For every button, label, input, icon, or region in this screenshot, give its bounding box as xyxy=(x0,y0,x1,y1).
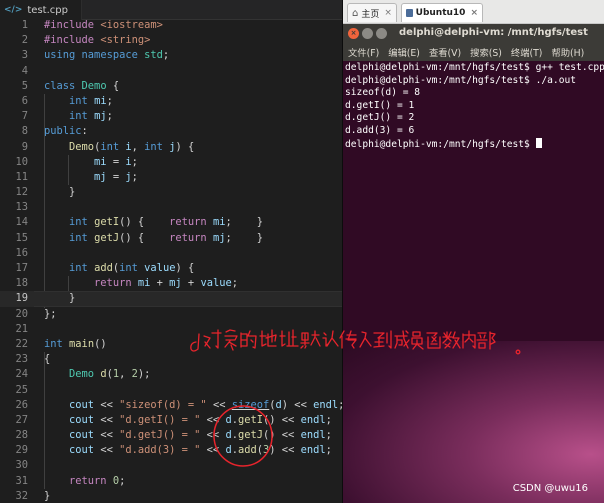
terminal-output[interactable]: delphi@delphi-vm:/mnt/hgfs/test$ g++ tes… xyxy=(345,62,604,151)
code-line: 30 xyxy=(15,459,28,472)
code-editor[interactable]: </> test.cpp 1 #include <iostream> 2 #incl… xyxy=(0,0,344,503)
code-line: 24 Demo d(1, 2); xyxy=(15,368,151,381)
code-line: 12 } xyxy=(15,186,76,199)
vm-tab-strip: ⌂ 主页 × Ubuntu10 × xyxy=(343,0,604,24)
menu-search[interactable]: 搜索(S) xyxy=(470,45,502,59)
terminal-line: d.getI() = 1 xyxy=(345,99,415,111)
vm-icon xyxy=(406,9,413,17)
code-line: 23{ xyxy=(15,353,51,366)
close-icon[interactable]: × xyxy=(470,8,478,18)
code-line: 15 int getJ() { return mj; } xyxy=(15,231,264,244)
code-line: 6 int mi; xyxy=(21,94,113,107)
menu-terminal[interactable]: 终端(T) xyxy=(511,45,543,59)
terminal-line: sizeof(d) = 8 xyxy=(345,87,421,99)
close-icon[interactable]: × xyxy=(384,8,392,18)
menu-help[interactable]: 帮助(H) xyxy=(551,45,584,59)
code-line: 4 xyxy=(21,64,28,77)
code-line: 26 cout << "sizeof(d) = " << sizeof(d) <… xyxy=(15,398,344,411)
code-line: 25 xyxy=(15,383,28,396)
code-line: 13 xyxy=(15,201,28,214)
vm-tab-ubuntu[interactable]: Ubuntu10 × xyxy=(401,3,483,22)
code-line: 10 mi = i; xyxy=(15,155,138,168)
code-line: 20}; xyxy=(15,307,57,320)
code-area[interactable]: 1 #include <iostream> 2 #include <string> … xyxy=(0,18,344,503)
editor-tab-label: test.cpp xyxy=(27,4,68,16)
terminal-prompt: delphi@delphi-vm:/mnt/hgfs/test$ xyxy=(345,138,536,150)
code-line: 2 #include <string> xyxy=(21,34,151,47)
watermark: CSDN @uwu16 xyxy=(512,483,588,494)
menu-file[interactable]: 文件(F) xyxy=(348,45,379,59)
home-icon: ⌂ xyxy=(352,7,359,19)
minimize-window-button[interactable] xyxy=(362,28,373,39)
terminal-prompt-line: delphi@delphi-vm:/mnt/hgfs/test$ xyxy=(345,137,603,151)
code-line: 11 mj = j; xyxy=(15,170,138,183)
code-line: 7 int mj; xyxy=(21,110,113,123)
code-line: 14 int getI() { return mi; } xyxy=(15,216,264,229)
close-window-button[interactable]: × xyxy=(348,28,359,39)
editor-tab-test-cpp[interactable]: </> test.cpp xyxy=(0,0,82,20)
code-line-current: 19 } xyxy=(0,291,343,307)
vm-tab-home[interactable]: ⌂ 主页 × xyxy=(347,3,397,22)
code-line: 31 return 0; xyxy=(15,474,126,487)
code-line: 21 xyxy=(15,322,28,335)
terminal-cursor xyxy=(535,137,542,148)
terminal-line: d.add(3) = 6 xyxy=(345,124,415,136)
code-line: 17 int add(int value) { xyxy=(15,262,195,274)
menu-edit[interactable]: 编辑(E) xyxy=(388,45,420,59)
code-line: 3 using namespace std; xyxy=(21,49,170,62)
window-controls: × xyxy=(348,28,387,39)
cpp-file-icon: </> xyxy=(4,5,23,15)
code-line: 32} xyxy=(15,489,51,502)
terminal-menubar: 文件(F) 编辑(E) 查看(V) 搜索(S) 终端(T) 帮助(H) xyxy=(343,43,604,61)
code-line: 9 Demo(int i, int j) { xyxy=(21,140,195,153)
terminal-title: delphi@delphi-vm: /mnt/hgfs/test xyxy=(399,27,588,38)
code-line: 27 cout << "d.getI() = " << d.getI() << … xyxy=(15,413,332,426)
terminal-titlebar: × delphi@delphi-vm: /mnt/hgfs/test xyxy=(343,24,604,43)
code-line: 5 class Demo { xyxy=(21,79,120,92)
vm-tab-home-label: 主页 xyxy=(361,9,380,20)
code-line: 22 int main() xyxy=(15,337,107,350)
desktop-background: CSDN @uwu16 xyxy=(343,341,604,503)
terminal-line: delphi@delphi-vm:/mnt/hgfs/test$ ./a.out xyxy=(345,74,577,86)
editor-tab-bar: </> test.cpp xyxy=(0,0,343,20)
terminal-line: delphi@delphi-vm:/mnt/hgfs/test$ g++ tes… xyxy=(345,62,604,73)
code-line: 8 public: xyxy=(21,125,88,138)
maximize-window-button[interactable] xyxy=(376,28,387,39)
code-line: 16 xyxy=(15,246,28,259)
code-line: 28 cout << "d.getJ() = " << d.getJ() << … xyxy=(15,429,332,442)
code-line: 29 cout << "d.add(3) = " << d.add(3) << … xyxy=(15,444,332,457)
code-line: 18 return mi + mj + value; xyxy=(15,277,238,290)
terminal-window[interactable]: ⌂ 主页 × Ubuntu10 × × delphi@delphi-vm: /m… xyxy=(343,0,604,341)
vm-tab-ubuntu-label: Ubuntu10 xyxy=(415,8,466,18)
terminal-line: d.getJ() = 2 xyxy=(345,112,415,124)
code-line: 1 #include <iostream> xyxy=(21,19,163,31)
menu-view[interactable]: 查看(V) xyxy=(429,45,461,59)
